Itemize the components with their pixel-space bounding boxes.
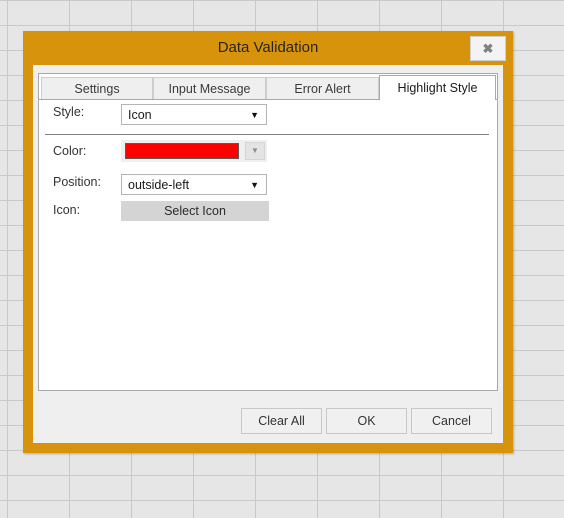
tab-error-alert-label: Error Alert [294,82,351,96]
ok-button-label: OK [357,414,376,428]
close-icon: ✖ [482,41,494,56]
chevron-down-icon: ▼ [250,110,259,120]
select-icon-button[interactable]: Select Icon [121,201,269,221]
select-icon-button-label: Select Icon [164,204,226,218]
chevron-down-icon: ▼ [250,180,259,190]
dialog-title-bar: Data Validation ✖ [23,31,513,65]
cancel-button-label: Cancel [432,414,471,428]
ok-button[interactable]: OK [326,408,407,434]
tab-highlight-style[interactable]: Highlight Style [379,75,496,100]
cancel-button[interactable]: Cancel [411,408,492,434]
tab-settings[interactable]: Settings [41,77,153,100]
form-divider [45,134,489,135]
dialog-body: Settings Input Message Error Alert Highl… [33,65,503,443]
tab-error-alert[interactable]: Error Alert [266,77,379,100]
close-button[interactable]: ✖ [470,36,506,61]
position-select-value: outside-left [128,178,190,192]
tab-highlight-style-label: Highlight Style [397,81,478,95]
color-label: Color: [53,144,87,158]
color-picker[interactable]: ▼ [121,140,267,162]
tab-input-message[interactable]: Input Message [153,77,266,100]
chevron-down-icon: ▼ [251,146,259,155]
data-validation-dialog: Data Validation ✖ Settings Input Message… [23,31,513,453]
tab-settings-label: Settings [74,82,120,96]
color-dropdown-button[interactable]: ▼ [245,142,265,160]
style-select-value: Icon [128,108,152,122]
style-select[interactable]: Icon ▼ [121,104,267,125]
clear-all-button[interactable]: Clear All [241,408,322,434]
tab-content-panel: Settings Input Message Error Alert Highl… [38,73,498,391]
position-label: Position: [53,175,101,189]
color-swatch[interactable] [125,143,239,159]
style-label: Style: [53,105,85,119]
position-select[interactable]: outside-left ▼ [121,174,267,195]
icon-label: Icon: [53,203,81,217]
highlight-style-form: Style: Icon ▼ Color: ▼ Position: outside… [39,100,497,390]
tab-strip: Settings Input Message Error Alert Highl… [39,74,497,100]
clear-all-button-label: Clear All [258,414,305,428]
tab-input-message-label: Input Message [168,82,251,96]
dialog-title: Data Validation [217,39,319,56]
